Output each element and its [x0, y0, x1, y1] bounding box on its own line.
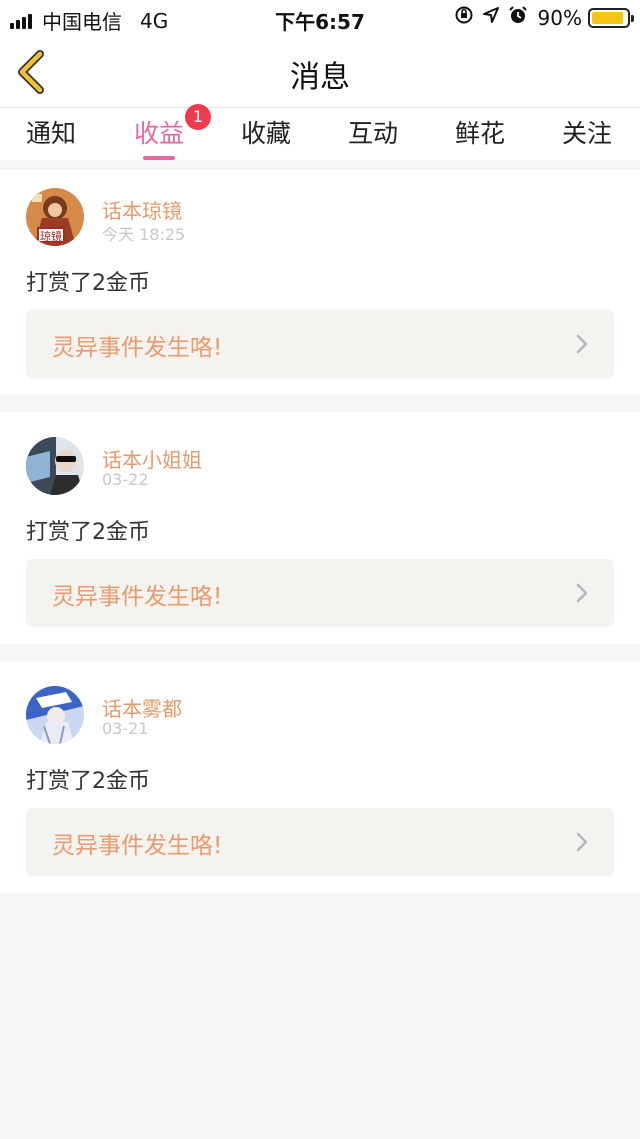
story-title: 灵异事件发生咯!: [52, 833, 223, 859]
active-tab-indicator: [143, 156, 175, 160]
message-time: 03-21: [102, 719, 149, 738]
message-card: 话本雾都 03-21 打赏了2金币 灵异事件发生咯!: [0, 661, 640, 893]
username[interactable]: 话本琼镜: [102, 195, 182, 224]
battery-icon: [588, 7, 634, 28]
tab-label: 通知: [25, 119, 76, 148]
alarm-icon: [508, 5, 528, 30]
message-text: 打赏了2金币: [26, 271, 150, 296]
unread-badge: 1: [185, 104, 211, 130]
location-arrow-icon: [482, 6, 500, 29]
tab-following[interactable]: 关注: [547, 114, 627, 150]
message-time: 03-22: [102, 470, 149, 489]
tab-label: 收益: [133, 119, 184, 148]
page-title: 消息: [290, 60, 350, 95]
story-link[interactable]: 灵异事件发生咯!: [26, 559, 614, 627]
username[interactable]: 话本小姐姐: [102, 444, 202, 473]
chevron-right-icon: [576, 334, 588, 354]
tab-earnings[interactable]: 收益 1: [119, 104, 211, 160]
message-text: 打赏了2金币: [26, 520, 150, 545]
tab-flowers[interactable]: 鲜花: [440, 114, 520, 150]
avatar-stamp-text: 琼镜: [40, 229, 62, 243]
avatar[interactable]: [26, 437, 84, 495]
tab-bar: 通知 收益 1 收藏 互动 鲜花 关注: [0, 104, 640, 160]
story-link[interactable]: 灵异事件发生咯!: [26, 808, 614, 876]
story-title: 灵异事件发生咯!: [52, 335, 223, 361]
message-card: 话本小姐姐 03-22 打赏了2金币 灵异事件发生咯!: [0, 412, 640, 644]
tab-label: 互动: [347, 119, 398, 148]
message-card: 琼镜 话本琼镜 今天 18:25 打赏了2金币 灵异事件发生咯!: [0, 170, 640, 395]
tab-favorites[interactable]: 收藏: [226, 114, 306, 150]
story-title: 灵异事件发生咯!: [52, 584, 223, 610]
tab-interactions[interactable]: 互动: [333, 114, 413, 150]
status-right: 90%: [446, 5, 634, 30]
tab-notifications[interactable]: 通知: [11, 114, 91, 150]
message-text: 打赏了2金币: [26, 769, 150, 794]
chevron-right-icon: [576, 832, 588, 852]
tab-label: 收藏: [240, 119, 291, 148]
username[interactable]: 话本雾都: [102, 693, 182, 722]
tab-label: 关注: [561, 119, 612, 148]
tab-label: 鲜花: [454, 119, 505, 148]
avatar[interactable]: 琼镜: [26, 188, 84, 246]
status-bar: 中国电信 4G 下午6:57 90%: [0, 0, 640, 36]
orientation-lock-icon: [454, 5, 474, 30]
avatar[interactable]: [26, 686, 84, 744]
chevron-right-icon: [576, 583, 588, 603]
navigation-bar: 消息: [0, 36, 640, 108]
battery-percent: 90%: [537, 5, 582, 30]
message-time: 今天 18:25: [102, 225, 186, 244]
story-link[interactable]: 灵异事件发生咯!: [26, 310, 614, 378]
